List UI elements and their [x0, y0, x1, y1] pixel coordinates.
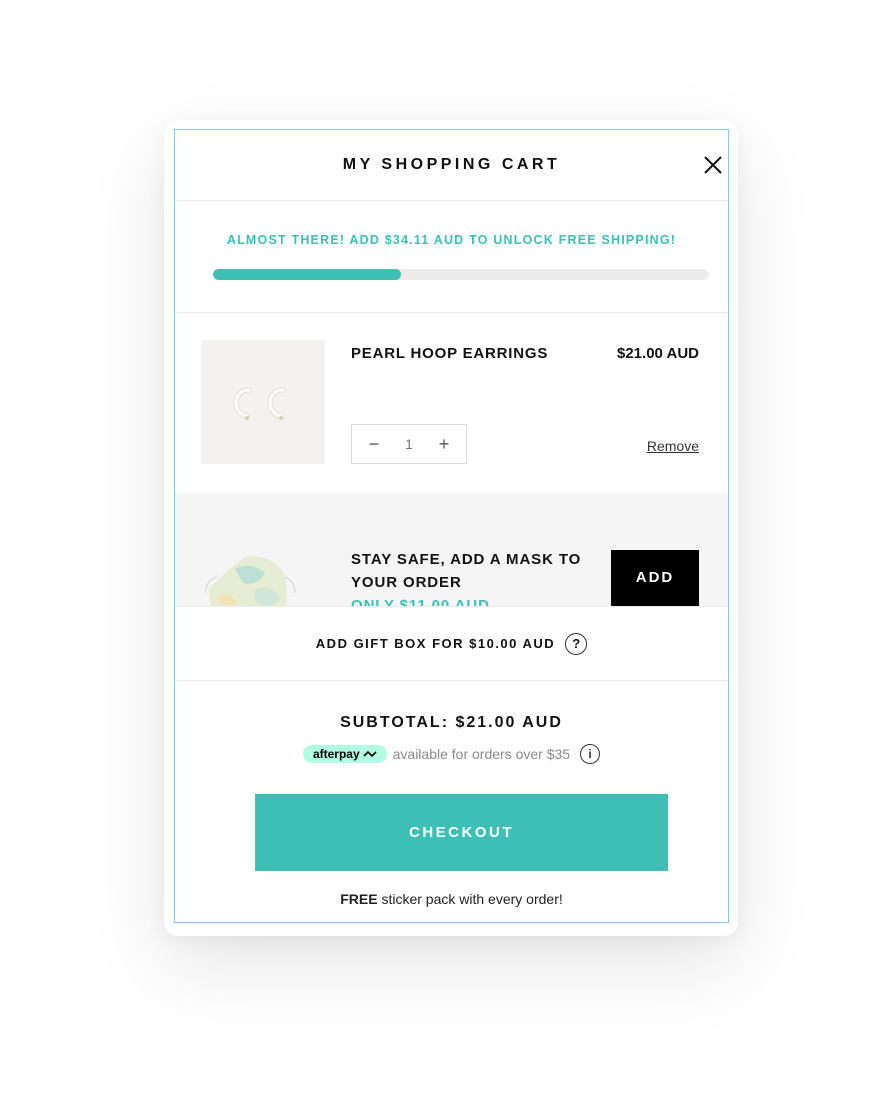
- increment-button[interactable]: +: [436, 434, 452, 455]
- item-name[interactable]: PEARL HOOP EARRINGS: [351, 345, 548, 362]
- decrement-button[interactable]: −: [366, 434, 382, 455]
- free-shipping-message: ALMOST THERE! ADD $34.11 AUD TO UNLOCK F…: [226, 233, 677, 247]
- afterpay-text: available for orders over $35: [392, 746, 571, 762]
- pearl-earrings-image[interactable]: [201, 340, 325, 464]
- gift-box-label: ADD GIFT BOX FOR $10.00 AUD: [315, 636, 556, 651]
- item-price: $21.00 AUD: [617, 345, 699, 362]
- close-icon[interactable]: [702, 154, 724, 176]
- mask-image: [204, 549, 297, 606]
- upsell-line-2: YOUR ORDER: [351, 574, 462, 591]
- upsell-price: ONLY $11.00 AUD: [351, 597, 490, 606]
- free-shipping-progress-bar: [213, 269, 709, 280]
- subtotal: SUBTOTAL: $21.00 AUD: [340, 714, 563, 731]
- quantity-value[interactable]: 1: [405, 436, 413, 452]
- sticker-free: FREE: [340, 891, 378, 907]
- cart-summary: SUBTOTAL: $21.00 AUD afterpay available …: [175, 681, 728, 922]
- checkout-button[interactable]: CHECKOUT: [255, 794, 668, 871]
- info-icon[interactable]: i: [580, 744, 601, 764]
- quantity-stepper: − 1 +: [351, 424, 467, 464]
- mask-upsell: STAY SAFE, ADD A MASK TO YOUR ORDER ONLY…: [175, 493, 728, 606]
- afterpay-info: afterpay available for orders over $35 i: [175, 744, 728, 764]
- shopping-cart-panel: MY SHOPPING CART ALMOST THERE! ADD $34.1…: [174, 129, 729, 923]
- upsell-text: STAY SAFE, ADD A MASK TO YOUR ORDER ONLY…: [351, 548, 601, 606]
- afterpay-brand: afterpay: [312, 747, 360, 761]
- progress-fill: [213, 269, 402, 280]
- upsell-line-1: STAY SAFE, ADD A MASK TO: [351, 551, 582, 568]
- add-mask-button[interactable]: ADD: [611, 550, 699, 606]
- help-icon[interactable]: ?: [565, 632, 588, 655]
- afterpay-arrows-icon: [363, 750, 377, 758]
- gift-box-option[interactable]: ADD GIFT BOX FOR $10.00 AUD ?: [175, 606, 728, 681]
- sticker-promo: FREE sticker pack with every order!: [175, 891, 728, 907]
- cart-header: MY SHOPPING CART: [175, 130, 728, 201]
- afterpay-logo: afterpay: [302, 745, 387, 763]
- cart-item: PEARL HOOP EARRINGS $21.00 AUD − 1 + Rem…: [175, 313, 728, 493]
- sticker-text: sticker pack with every order!: [381, 891, 563, 907]
- cart-title: MY SHOPPING CART: [342, 156, 561, 173]
- free-shipping-banner: ALMOST THERE! ADD $34.11 AUD TO UNLOCK F…: [175, 201, 728, 313]
- remove-link[interactable]: Remove: [647, 438, 699, 454]
